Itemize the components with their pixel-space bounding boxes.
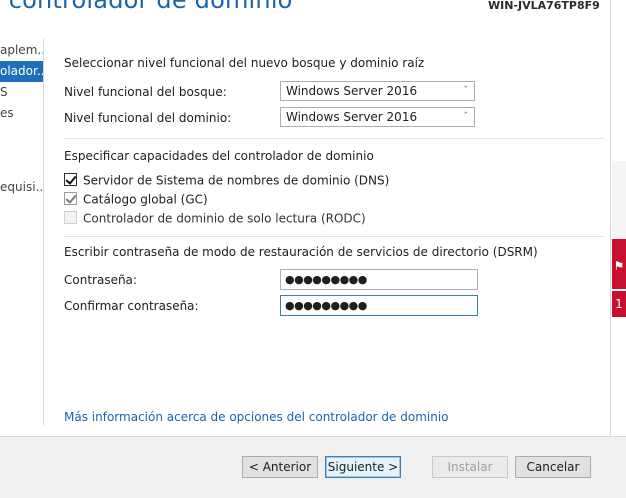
- flag-icon: ⚑: [613, 259, 625, 273]
- back-button[interactable]: < Anterior: [242, 456, 318, 478]
- forest-level-select[interactable]: Windows Server 2016 ˇ: [280, 81, 475, 101]
- install-button[interactable]: Instalar: [432, 456, 508, 478]
- nav-item-blank: [0, 166, 44, 177]
- rodc-checkbox[interactable]: [64, 211, 77, 224]
- cancel-button[interactable]: Cancelar: [515, 456, 591, 478]
- server-name: WIN-JVLA76TP8F9: [488, 0, 600, 12]
- wizard-title: l controlador de dominio: [0, 0, 293, 14]
- alert-badge[interactable]: 1: [612, 291, 626, 317]
- forest-level-label: Nivel funcional del bosque:: [64, 85, 227, 99]
- window-edge-line: [610, 0, 611, 436]
- dns-option[interactable]: Servidor de Sistema de nombres de domini…: [64, 172, 389, 188]
- section-divider: [64, 236, 604, 237]
- nav-item-prerequisites[interactable]: equisi...: [0, 177, 44, 198]
- nav-item-dc-options[interactable]: olador...: [0, 61, 44, 82]
- password-field[interactable]: ●●●●●●●●●: [280, 269, 478, 290]
- chevron-down-icon: ˇ: [463, 86, 469, 96]
- section-divider: [64, 138, 604, 139]
- rodc-option[interactable]: Controlador de dominio de solo lectura (…: [64, 210, 366, 226]
- more-info-link[interactable]: Más información acerca de opciones del c…: [64, 410, 449, 424]
- domain-level-select[interactable]: Windows Server 2016 ˇ: [280, 107, 475, 127]
- functional-level-heading: Seleccionar nivel funcional del nuevo bo…: [64, 56, 425, 70]
- nav-item-review[interactable]: [0, 145, 44, 166]
- dns-checkbox[interactable]: [64, 173, 77, 186]
- gc-checkbox[interactable]: [64, 192, 77, 205]
- nav-item-paths[interactable]: [0, 124, 44, 145]
- password-label: Contraseña:: [64, 273, 137, 287]
- rodc-label: Controlador de dominio de solo lectura (…: [83, 211, 366, 226]
- background-window-edge: [612, 161, 626, 239]
- alert-count: 1: [615, 297, 623, 311]
- domain-level-label: Nivel funcional del dominio:: [64, 111, 232, 125]
- forest-level-value: Windows Server 2016: [286, 84, 418, 98]
- nav-item-dns[interactable]: S: [0, 82, 44, 103]
- dsrm-heading: Escribir contraseña de modo de restaurac…: [64, 245, 538, 259]
- chevron-down-icon: ˇ: [463, 112, 469, 122]
- nav-item-options[interactable]: es: [0, 103, 44, 124]
- nav-divider: [43, 39, 44, 425]
- nav-item-implementation[interactable]: aplem...: [0, 40, 44, 61]
- gc-label: Catálogo global (GC): [83, 192, 208, 207]
- domain-level-value: Windows Server 2016: [286, 110, 418, 124]
- alert-tab[interactable]: ⚑: [612, 239, 626, 289]
- confirm-password-label: Confirmar contraseña:: [64, 299, 199, 313]
- wizard-nav: aplem... olador... S es equisi...: [0, 40, 44, 198]
- dns-label: Servidor de Sistema de nombres de domini…: [83, 173, 390, 188]
- confirm-password-field[interactable]: ●●●●●●●●●: [280, 295, 478, 316]
- gc-option[interactable]: Catálogo global (GC): [64, 191, 208, 207]
- next-button[interactable]: Siguiente >: [325, 456, 401, 478]
- capabilities-heading: Especificar capacidades del controlador …: [64, 149, 374, 163]
